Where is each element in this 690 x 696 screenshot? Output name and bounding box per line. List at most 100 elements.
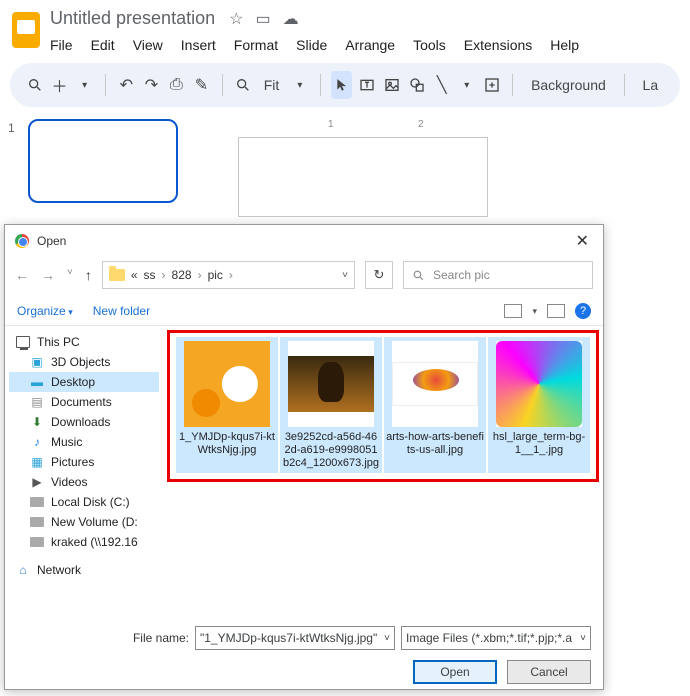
menu-edit[interactable]: Edit bbox=[91, 37, 115, 53]
doc-title[interactable]: Untitled presentation bbox=[50, 8, 215, 29]
nav-up-icon[interactable]: ↑ bbox=[85, 267, 92, 283]
menu-format[interactable]: Format bbox=[234, 37, 278, 53]
cancel-button[interactable]: Cancel bbox=[507, 660, 591, 684]
sidebar-item-pictures[interactable]: ▦Pictures bbox=[9, 452, 159, 472]
sidebar-label: 3D Objects bbox=[51, 355, 110, 369]
menu-arrange[interactable]: Arrange bbox=[345, 37, 395, 53]
highlight-box: 1_YMJDp-kqus7i-ktWtksNjg.jpg 3e9252cd-a5… bbox=[167, 330, 599, 482]
menu-view[interactable]: View bbox=[133, 37, 163, 53]
slide-number: 1 bbox=[8, 119, 20, 203]
redo-icon[interactable]: ↷ bbox=[141, 71, 162, 99]
file-open-dialog: Open ✕ ← → ˅ ↑ « ss › 828 › pic › ˅ ↻ Se… bbox=[4, 224, 604, 690]
sidebar-item-thispc[interactable]: This PC bbox=[9, 332, 159, 352]
comment-icon[interactable] bbox=[481, 71, 502, 99]
sidebar-item-music[interactable]: ♪Music bbox=[9, 432, 159, 452]
menu-file[interactable]: File bbox=[50, 37, 73, 53]
select-tool-icon[interactable] bbox=[331, 71, 352, 99]
cloud-status-icon[interactable]: ☁ bbox=[283, 9, 299, 29]
sidebar-label: Network bbox=[37, 563, 81, 577]
view-mode-icon[interactable] bbox=[504, 304, 522, 318]
file-item[interactable]: 3e9252cd-a56d-462d-a619-e999805​1b2c4_12… bbox=[280, 337, 382, 473]
menu-insert[interactable]: Insert bbox=[181, 37, 216, 53]
nav-forward-icon[interactable]: → bbox=[41, 267, 55, 283]
search-icon[interactable] bbox=[24, 71, 45, 99]
line-dropdown-icon[interactable]: ▾ bbox=[456, 71, 477, 99]
layout-button[interactable]: La bbox=[635, 77, 667, 93]
menu-tools[interactable]: Tools bbox=[413, 37, 446, 53]
open-button[interactable]: Open bbox=[413, 660, 497, 684]
path-breadcrumb[interactable]: « ss › 828 › pic › ˅ bbox=[102, 261, 355, 289]
new-folder-button[interactable]: New folder bbox=[93, 304, 150, 318]
ruler-tick: 1 bbox=[328, 119, 334, 130]
path-prefix: « bbox=[131, 268, 138, 282]
line-icon[interactable]: ╲ bbox=[431, 71, 452, 99]
sidebar-item-videos[interactable]: ▶Videos bbox=[9, 472, 159, 492]
sidebar-label: New Volume (D: bbox=[51, 515, 138, 529]
sidebar-item-3dobjects[interactable]: ▣3D Objects bbox=[9, 352, 159, 372]
slide-canvas[interactable] bbox=[238, 137, 488, 217]
sidebar-item-newvolume[interactable]: New Volume (D: bbox=[9, 512, 159, 532]
sidebar-label: This PC bbox=[37, 335, 80, 349]
zoom-fit-label[interactable]: Fit bbox=[258, 77, 286, 93]
path-seg[interactable]: 828 bbox=[172, 268, 192, 282]
close-icon[interactable]: ✕ bbox=[572, 231, 593, 251]
star-icon[interactable]: ☆ bbox=[229, 9, 243, 29]
sidebar-item-downloads[interactable]: ⬇Downloads bbox=[9, 412, 159, 432]
sidebar-item-kraked[interactable]: kraked (\\192.16 bbox=[9, 532, 159, 552]
undo-icon[interactable]: ↶ bbox=[116, 71, 137, 99]
path-dropdown-icon[interactable]: ˅ bbox=[342, 270, 348, 281]
textbox-icon[interactable] bbox=[356, 71, 377, 99]
file-thumbnail-icon bbox=[496, 341, 582, 427]
shape-icon[interactable] bbox=[406, 71, 427, 99]
paint-format-icon[interactable]: ✎ bbox=[191, 71, 212, 99]
file-thumbnail-icon bbox=[184, 341, 270, 427]
ruler-tick: 2 bbox=[418, 119, 424, 130]
file-item[interactable]: hsl_large_term-bg-1__1_.jpg bbox=[488, 337, 590, 473]
organize-button[interactable]: Organize bbox=[17, 304, 73, 318]
file-name: 1_YMJDp-kqus7i-ktWtksNjg.jpg bbox=[178, 431, 276, 457]
sidebar-item-localdisk[interactable]: Local Disk (C:) bbox=[9, 492, 159, 512]
chevron-right-icon: › bbox=[198, 268, 202, 282]
sidebar-label: Pictures bbox=[51, 455, 94, 469]
file-name: 3e9252cd-a56d-462d-a619-e999805​1b2c4_12… bbox=[282, 431, 380, 471]
new-slide-icon[interactable]: ＋ bbox=[49, 71, 70, 99]
sidebar-item-desktop[interactable]: ▬Desktop bbox=[9, 372, 159, 392]
slides-logo-icon[interactable] bbox=[12, 12, 40, 48]
search-input[interactable]: Search pic bbox=[403, 261, 593, 289]
chevron-down-icon[interactable]: ˅ bbox=[384, 633, 390, 644]
menu-slide[interactable]: Slide bbox=[296, 37, 327, 53]
menu-help[interactable]: Help bbox=[550, 37, 579, 53]
search-placeholder: Search pic bbox=[433, 268, 490, 282]
chrome-icon bbox=[15, 234, 29, 248]
slide-thumbnail[interactable] bbox=[28, 119, 178, 203]
file-item[interactable]: arts-how-arts-benefits-us-all.jpg bbox=[384, 337, 486, 473]
print-icon[interactable]: ⎙ bbox=[166, 71, 187, 99]
button-label: Open bbox=[440, 665, 469, 679]
menu-extensions[interactable]: Extensions bbox=[464, 37, 532, 53]
toolbar: ＋ ▾ ↶ ↷ ⎙ ✎ Fit ▾ ╲ ▾ Background La bbox=[10, 63, 680, 107]
path-seg[interactable]: pic bbox=[208, 268, 223, 282]
preview-pane-icon[interactable] bbox=[547, 304, 565, 318]
filter-select[interactable]: Image Files (*.xbm;*.tif;*.pjp;*.a ˅ bbox=[401, 626, 591, 650]
file-item[interactable]: 1_YMJDp-kqus7i-ktWtksNjg.jpg bbox=[176, 337, 278, 473]
folder-icon bbox=[109, 269, 125, 281]
new-slide-dropdown-icon[interactable]: ▾ bbox=[74, 71, 95, 99]
chevron-down-icon[interactable]: ˅ bbox=[580, 633, 586, 644]
image-icon[interactable] bbox=[381, 71, 402, 99]
button-label: Cancel bbox=[530, 665, 567, 679]
sidebar: This PC ▣3D Objects ▬Desktop ▤Documents … bbox=[5, 326, 163, 618]
view-dropdown-icon[interactable]: ▾ bbox=[532, 306, 537, 317]
refresh-icon[interactable]: ↻ bbox=[365, 261, 393, 289]
sidebar-item-documents[interactable]: ▤Documents bbox=[9, 392, 159, 412]
zoom-icon[interactable] bbox=[233, 71, 254, 99]
search-icon bbox=[412, 269, 425, 282]
help-icon[interactable]: ? bbox=[575, 303, 591, 319]
nav-recent-icon[interactable]: ˅ bbox=[67, 267, 73, 283]
move-icon[interactable]: ▭ bbox=[255, 9, 270, 29]
path-seg[interactable]: ss bbox=[144, 268, 156, 282]
zoom-dropdown-icon[interactable]: ▾ bbox=[289, 71, 310, 99]
background-button[interactable]: Background bbox=[523, 77, 614, 93]
sidebar-item-network[interactable]: ⌂Network bbox=[9, 560, 159, 580]
nav-back-icon[interactable]: ← bbox=[15, 267, 29, 283]
filename-input[interactable]: "1_YMJDp-kqus7i-ktWtksNjg.jpg" ˅ bbox=[195, 626, 395, 650]
